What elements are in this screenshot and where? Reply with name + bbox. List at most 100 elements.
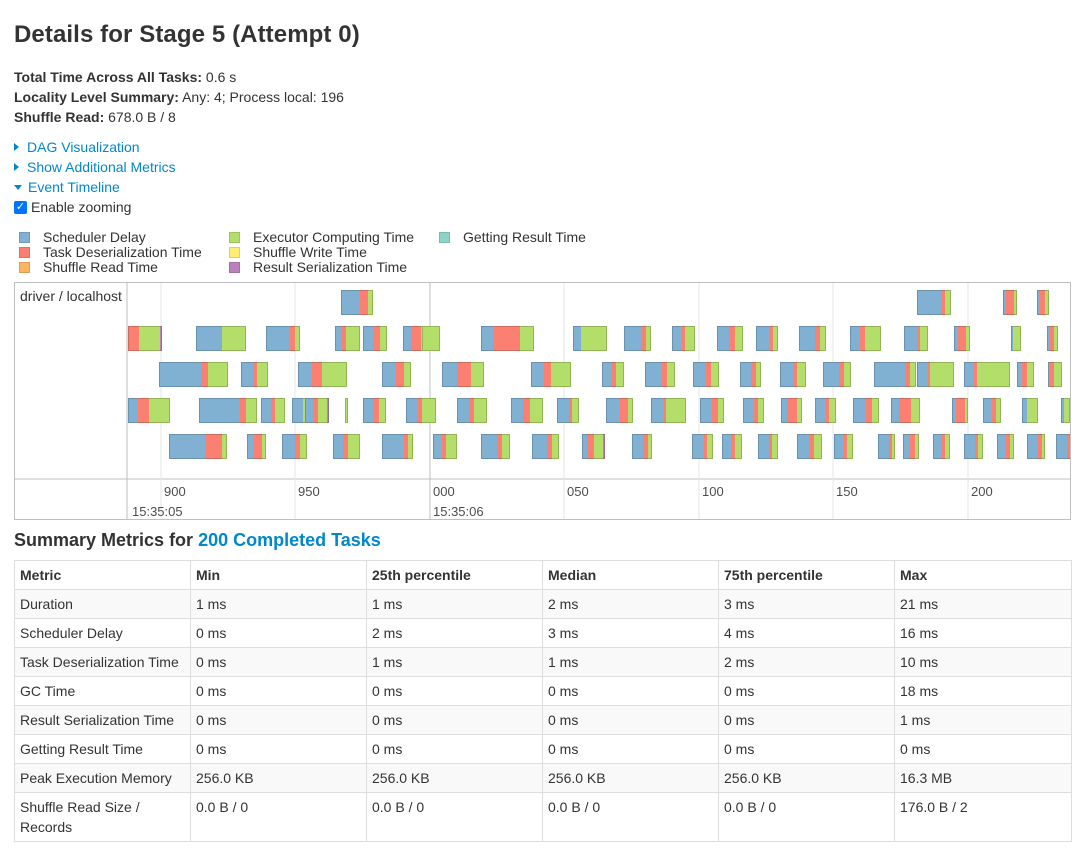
table-row: Getting Result Time 0 ms 0 ms 0 ms 0 ms … bbox=[14, 734, 1072, 764]
table-cell: 0 ms bbox=[718, 734, 895, 764]
event-timeline-toggle[interactable]: Event Timeline bbox=[14, 179, 120, 195]
table-cell: 2 ms bbox=[366, 618, 543, 648]
task-segment bbox=[199, 398, 240, 423]
task-segment bbox=[712, 398, 718, 423]
task-segment bbox=[128, 326, 139, 351]
task-segment bbox=[300, 434, 307, 459]
shuffle-read-label: Shuffle Read: bbox=[14, 109, 105, 125]
task-segment bbox=[318, 398, 327, 423]
task-segment bbox=[520, 326, 534, 351]
task-segment bbox=[374, 326, 380, 351]
task-segment bbox=[722, 434, 731, 459]
task-segment bbox=[700, 398, 712, 423]
task-segment bbox=[418, 398, 422, 423]
task-segment bbox=[551, 362, 571, 387]
table-cell: 0 ms bbox=[366, 676, 543, 706]
legend-task-deserialization: Task Deserialization Time bbox=[19, 244, 202, 260]
column-header[interactable]: Max bbox=[894, 560, 1072, 590]
legend-swatch bbox=[19, 231, 30, 243]
task-segment bbox=[261, 398, 271, 423]
task-segment bbox=[247, 434, 254, 459]
legend-swatch bbox=[19, 261, 30, 273]
table-row: Result Serialization Time 0 ms 0 ms 0 ms… bbox=[14, 705, 1072, 735]
table-cell: Scheduler Delay bbox=[14, 618, 191, 648]
table-cell: 256.0 KB bbox=[190, 763, 367, 793]
legend-swatch bbox=[19, 246, 30, 258]
task-segment bbox=[348, 434, 360, 459]
task-segment bbox=[917, 362, 928, 387]
table-cell: 256.0 KB bbox=[366, 763, 543, 793]
task-segment bbox=[941, 290, 945, 315]
task-segment bbox=[1067, 434, 1070, 459]
completed-tasks-link[interactable]: 200 Completed Tasks bbox=[198, 530, 381, 550]
task-segment bbox=[271, 398, 275, 423]
legend-scheduler-delay: Scheduler Delay bbox=[19, 229, 146, 245]
task-segment bbox=[343, 434, 348, 459]
locality-label: Locality Level Summary: bbox=[14, 89, 179, 105]
task-segment bbox=[1049, 326, 1054, 351]
column-header[interactable]: 25th percentile bbox=[366, 560, 543, 590]
task-segment bbox=[530, 398, 543, 423]
event-timeline[interactable]: 900 950 000 050 100 150 200 15:35:05 15:35:06 dr… bbox=[14, 282, 1071, 520]
table-cell: GC Time bbox=[14, 676, 191, 706]
task-segment bbox=[246, 398, 257, 423]
task-segment bbox=[920, 326, 928, 351]
legend-swatch bbox=[229, 261, 240, 273]
task-segment bbox=[844, 434, 847, 459]
additional-metrics-label: Show Additional Metrics bbox=[27, 159, 176, 175]
task-segment bbox=[1006, 434, 1010, 459]
task-segment bbox=[809, 434, 814, 459]
task-segment bbox=[874, 362, 905, 387]
task-segment bbox=[667, 362, 675, 387]
shuffle-read-summary: Shuffle Read: 678.0 B / 8 bbox=[14, 109, 176, 125]
legend-label: Getting Result Time bbox=[463, 229, 586, 245]
task-segment bbox=[740, 362, 751, 387]
task-segment bbox=[865, 326, 881, 351]
task-segment bbox=[958, 326, 966, 351]
dag-visualization-toggle[interactable]: DAG Visualization bbox=[14, 139, 140, 155]
task-segment bbox=[594, 434, 603, 459]
legend-label: Task Deserialization Time bbox=[43, 244, 202, 260]
table-cell: Getting Result Time bbox=[14, 734, 191, 764]
task-segment bbox=[662, 362, 667, 387]
table-cell: 1 ms bbox=[366, 589, 543, 619]
task-segment bbox=[853, 398, 866, 423]
table-cell: 18 ms bbox=[894, 676, 1072, 706]
column-header[interactable]: Min bbox=[190, 560, 367, 590]
task-segment bbox=[313, 398, 318, 423]
task-segment bbox=[964, 434, 975, 459]
task-segment bbox=[305, 398, 313, 423]
table-cell: 0 ms bbox=[718, 705, 895, 735]
task-segment bbox=[497, 434, 502, 459]
enable-zooming-checkbox[interactable]: ✓ bbox=[14, 200, 27, 214]
task-segment bbox=[471, 362, 484, 387]
table-row: Scheduler Delay 0 ms 2 ms 3 ms 4 ms 16 m… bbox=[14, 618, 1072, 648]
task-segment bbox=[793, 362, 797, 387]
task-segment bbox=[983, 398, 992, 423]
task-segment bbox=[956, 398, 965, 423]
task-segment bbox=[373, 398, 379, 423]
task-segment bbox=[382, 434, 404, 459]
task-segment bbox=[692, 434, 704, 459]
task-segment bbox=[878, 434, 889, 459]
timeline-canvas[interactable]: 900 950 000 050 100 150 200 15:35:05 15:35:06 bbox=[15, 283, 1070, 519]
table-row: Task Deserialization Time 0 ms 1 ms 1 ms… bbox=[14, 647, 1072, 677]
task-segment bbox=[834, 434, 844, 459]
column-header[interactable]: Metric bbox=[14, 560, 191, 590]
table-cell: 1 ms bbox=[366, 647, 543, 677]
additional-metrics-toggle[interactable]: Show Additional Metrics bbox=[14, 159, 176, 175]
task-segment bbox=[295, 434, 300, 459]
column-header[interactable]: Median bbox=[542, 560, 719, 590]
table-row: GC Time 0 ms 0 ms 0 ms 0 ms 18 ms bbox=[14, 676, 1072, 706]
table-cell: 256.0 KB bbox=[542, 763, 719, 793]
column-header[interactable]: 75th percentile bbox=[718, 560, 895, 590]
task-segment bbox=[682, 326, 685, 351]
task-segment bbox=[664, 398, 666, 423]
dag-visualization-label: DAG Visualization bbox=[27, 139, 140, 155]
task-segment bbox=[823, 362, 839, 387]
task-segment bbox=[333, 434, 343, 459]
task-segment bbox=[341, 290, 360, 315]
task-segment bbox=[382, 362, 396, 387]
table-row: Peak Execution Memory 256.0 KB 256.0 KB … bbox=[14, 763, 1072, 793]
task-segment bbox=[930, 362, 954, 387]
